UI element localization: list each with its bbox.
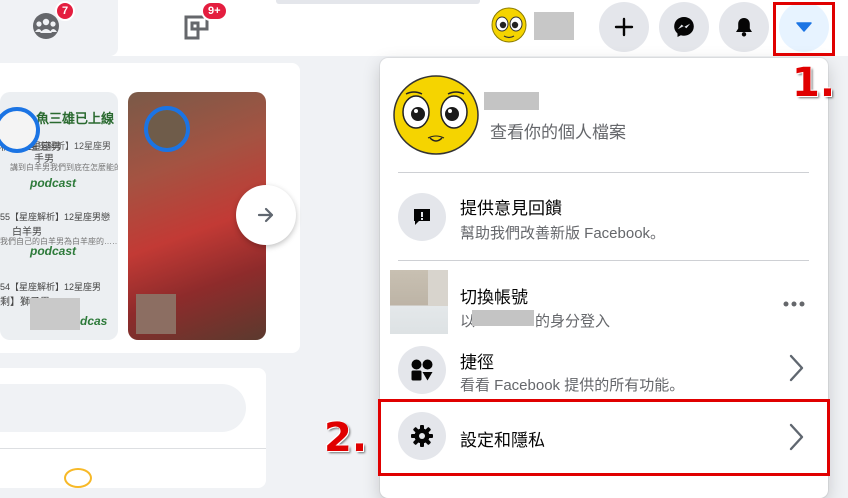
switch-account-label[interactable]: 切換帳號	[460, 283, 528, 308]
story-author-avatar	[144, 106, 190, 152]
give-feedback-description: 幫助我們改善新版 Facebook。	[460, 225, 666, 242]
shortcuts-icon-wrapper[interactable]	[398, 346, 446, 394]
feeling-activity-icon[interactable]	[64, 468, 92, 488]
story-author-redacted	[136, 294, 176, 334]
story-text: 54【星座解析】12星座男	[0, 282, 102, 292]
switch-account-more-button[interactable]	[780, 292, 808, 316]
story-text: 魚三雄已上線	[36, 111, 115, 126]
shortcuts-chevron-icon	[784, 353, 808, 383]
feedback-icon	[414, 209, 430, 225]
bell-icon	[736, 18, 752, 37]
arrow-right-icon	[257, 207, 274, 223]
step1-label: 1.	[792, 60, 836, 106]
messenger-button[interactable]	[659, 2, 709, 52]
profile-avatar-small[interactable]	[491, 7, 527, 43]
podcast-label: dcas	[80, 314, 108, 328]
composer-divider	[0, 448, 266, 449]
profile-name-redacted	[534, 12, 574, 40]
post-composer-input[interactable]	[0, 384, 246, 432]
shortcuts-description: 看看 Facebook 提供的所有功能。	[460, 377, 685, 394]
more-dots-icon	[783, 301, 805, 307]
stories-next-button[interactable]	[236, 185, 296, 245]
shortcuts-icon	[411, 359, 433, 381]
switch-account-avatar-detail	[428, 270, 448, 306]
give-feedback-label[interactable]: 提供意見回饋	[460, 194, 562, 219]
view-profile-label[interactable]: 查看你的個人檔案	[490, 118, 626, 143]
feedback-icon-wrapper[interactable]	[398, 193, 446, 241]
story-author-redacted	[30, 298, 80, 330]
groups-notification-badge: 7	[55, 1, 76, 21]
story-text: 55【星座解析】12星座男戀	[0, 212, 111, 222]
shortcuts-label[interactable]: 捷徑	[460, 348, 494, 373]
popup-edge	[276, 0, 480, 4]
menu-divider	[398, 172, 809, 173]
switch-account-name-redacted	[472, 310, 534, 326]
story-text: 講到白羊男我們到底在怎麼能的…	[10, 163, 118, 172]
profile-name-redacted	[484, 92, 539, 110]
step2-highlight	[378, 399, 830, 476]
menu-divider	[398, 260, 809, 261]
plus-icon	[614, 17, 634, 37]
step2-label: 2.	[324, 415, 368, 461]
podcast-label: podcast	[30, 244, 77, 258]
switch-account-suffix: 的身分登入	[535, 313, 611, 330]
messenger-icon	[674, 17, 694, 37]
step1-highlight	[773, 2, 835, 56]
podcast-label: podcast	[30, 176, 77, 190]
create-button[interactable]	[599, 2, 649, 52]
profile-avatar-large[interactable]	[392, 74, 480, 156]
gaming-notification-badge: 9+	[201, 1, 228, 21]
notifications-button[interactable]	[719, 2, 769, 52]
